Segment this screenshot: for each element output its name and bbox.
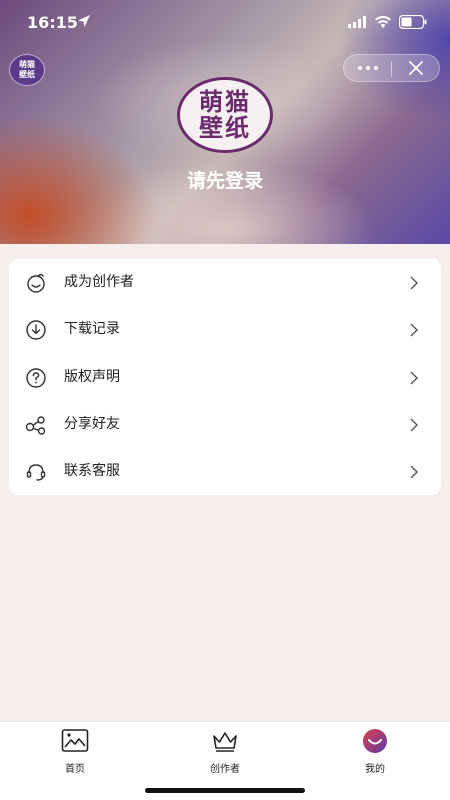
tab-label: 首页 <box>65 764 85 775</box>
location-arrow-icon <box>78 15 90 27</box>
close-icon <box>409 61 423 75</box>
creator-face-icon <box>27 273 45 293</box>
menu-item-label: 下载记录 <box>64 321 120 337</box>
menu-item-label: 分享好友 <box>64 416 120 432</box>
cellular-signal-icon <box>348 16 366 28</box>
more-dots-icon <box>357 66 378 70</box>
tab-creators[interactable]: 创作者 <box>185 728 265 778</box>
chevron-right-icon <box>410 465 418 479</box>
avatar-icon <box>363 729 387 753</box>
question-icon <box>26 368 46 388</box>
tab-label: 我的 <box>365 764 385 775</box>
menu-item-customer-service[interactable]: 联系客服 <box>9 448 441 495</box>
menu-item-label: 版权声明 <box>64 369 120 385</box>
app-logo-avatar[interactable]: 萌猫 壁纸 <box>177 77 273 153</box>
mini-logo-line2: 壁纸 <box>19 70 35 79</box>
battery-icon <box>399 15 427 29</box>
menu-item-share-friends[interactable]: 分享好友 <box>9 401 441 448</box>
image-icon <box>61 729 89 752</box>
mini-program-capsule <box>343 54 440 82</box>
chevron-right-icon <box>410 276 418 290</box>
capsule-divider <box>391 61 392 77</box>
menu-item-label: 成为创作者 <box>64 274 134 290</box>
mini-logo-line1: 萌猫 <box>19 60 35 69</box>
login-prompt[interactable]: 请先登录 <box>0 166 450 193</box>
menu-item-download-history[interactable]: 下载记录 <box>9 306 441 353</box>
headset-icon <box>26 464 46 481</box>
menu-item-label: 联系客服 <box>64 463 120 479</box>
crown-icon <box>213 732 237 752</box>
chevron-right-icon <box>410 418 418 432</box>
mini-app-logo[interactable]: 萌猫 壁纸 <box>9 54 45 86</box>
home-indicator <box>145 788 305 793</box>
app-logo-line2: 壁纸 <box>199 113 251 142</box>
menu-item-become-creator[interactable]: 成为创作者 <box>9 259 441 306</box>
close-button[interactable] <box>393 55 439 81</box>
chevron-right-icon <box>410 371 418 385</box>
wifi-icon <box>375 15 391 28</box>
menu-card: 成为创作者 下载记录 版权声明 分享好友 联系客服 <box>9 259 441 495</box>
status-time: 16:15 <box>27 13 78 32</box>
tab-home[interactable]: 首页 <box>35 728 115 778</box>
chevron-right-icon <box>410 323 418 337</box>
share-icon <box>25 416 46 435</box>
download-icon <box>26 320 46 340</box>
more-button[interactable] <box>344 55 391 81</box>
status-bar: 16:15 <box>0 0 450 44</box>
tab-mine[interactable]: 我的 <box>335 728 415 778</box>
tab-label: 创作者 <box>210 764 240 775</box>
app-logo-line1: 萌猫 <box>199 87 251 116</box>
menu-item-copyright[interactable]: 版权声明 <box>9 354 441 401</box>
